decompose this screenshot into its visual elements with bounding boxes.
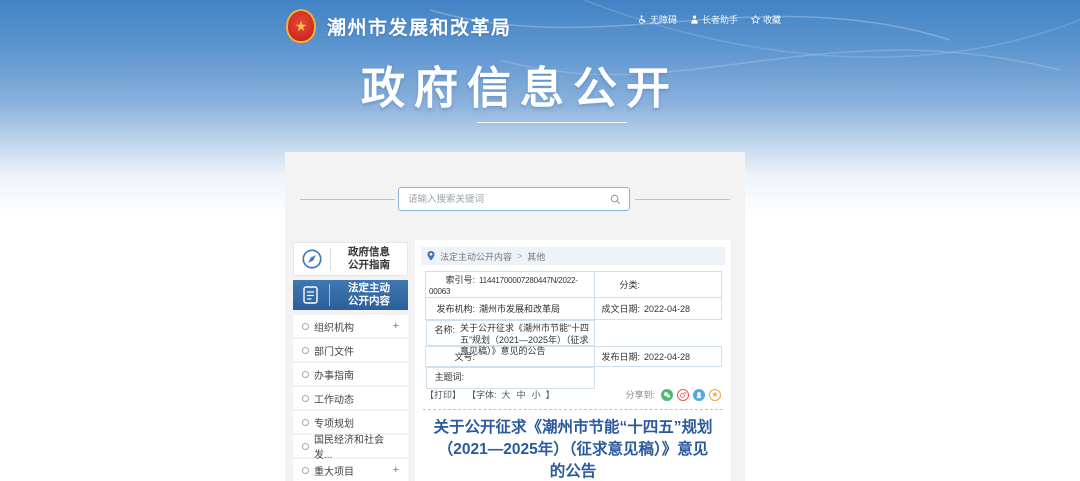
document-name-cell: 名称:关于公开征求《潮州市节能“十四五”规划（2021—2025年）（征求意见稿… xyxy=(426,320,595,346)
utility-links: 无障碍 长者助手 收藏 xyxy=(638,13,781,26)
bullet-icon xyxy=(302,443,309,450)
sidebar-item-disclosure-guide[interactable]: 政府信息 公开指南 xyxy=(293,242,408,276)
font-size-medium-button[interactable]: 中 xyxy=(517,388,526,401)
site-title: 潮州市发展和改革局 xyxy=(327,13,512,40)
share-label: 分享到: xyxy=(625,388,655,401)
search-box xyxy=(398,187,630,211)
more-share-icon[interactable]: ★ xyxy=(709,389,721,401)
written-date-cell: 成文日期:2022-04-28 xyxy=(595,298,722,320)
table-row: 名称:关于公开征求《潮州市节能“十四五”规划（2021—2025年）（征求意见稿… xyxy=(426,320,722,347)
sidebar-item-work-news[interactable]: 工作动态 xyxy=(293,387,408,409)
dashed-divider xyxy=(423,409,723,410)
table-row: 主题词: xyxy=(426,367,722,390)
bullet-icon xyxy=(302,395,309,402)
search-input[interactable] xyxy=(399,194,610,205)
favorite-link[interactable]: 收藏 xyxy=(751,13,781,26)
guide-card-line2: 公开指南 xyxy=(348,259,390,271)
compass-icon xyxy=(294,248,330,270)
brand: ★ 潮州市发展和改革局 xyxy=(286,9,512,43)
breadcrumb-current: 其他 xyxy=(527,250,545,263)
page: ★ 潮州市发展和改革局 无障碍 长者助手 xyxy=(0,0,1080,481)
national-emblem-icon: ★ xyxy=(286,9,316,43)
share-bar: 分享到: xyxy=(625,388,721,401)
bullet-icon xyxy=(302,419,309,426)
article-toolbar: 【打印】 【字体: 大 中 小 】 分享到: xyxy=(425,388,721,401)
sidebar-item-statutory-disclosure[interactable]: 法定主动 公开内容 xyxy=(293,280,408,310)
breadcrumb: 法定主动公开内容 > 其他 xyxy=(421,247,725,265)
sidebar-item-major-projects[interactable]: 重大项目 + xyxy=(293,459,408,481)
elder-assistant-icon xyxy=(690,15,699,24)
sidebar-item-economic-social-development[interactable]: 国民经济和社会发... xyxy=(293,435,408,457)
breadcrumb-separator: > xyxy=(517,251,522,261)
document-icon xyxy=(293,285,329,305)
sidebar-item-department-documents[interactable]: 部门文件 xyxy=(293,339,408,361)
keywords-cell: 主题词: xyxy=(426,367,595,389)
sidebar: 政府信息 公开指南 法定主动 公开内容 xyxy=(293,242,408,481)
search-divider-left xyxy=(300,199,395,200)
active-card-line2: 公开内容 xyxy=(348,295,390,307)
table-row: 索引号:11441700007280447N/2022-00063 分类: xyxy=(426,272,722,298)
publish-date-cell: 发布日期:2022-04-28 xyxy=(595,347,722,367)
guide-card-line1: 政府信息 xyxy=(348,246,390,258)
sidebar-item-special-plans[interactable]: 专项规划 xyxy=(293,411,408,433)
document-info-table: 索引号:11441700007280447N/2022-00063 分类: 发布… xyxy=(425,271,722,389)
expand-icon[interactable]: + xyxy=(393,320,399,332)
bullet-icon xyxy=(302,347,309,354)
font-size-large-button[interactable]: 大 xyxy=(502,388,511,401)
sidebar-menu: 组织机构 + 部门文件 办事指南 工作动态 xyxy=(293,315,408,481)
category-cell: 分类: xyxy=(595,272,722,298)
banner-underline xyxy=(477,122,627,123)
table-row: 发布机构:潮州市发展和改革局 成文日期:2022-04-28 xyxy=(426,298,722,320)
content-card: 政府信息 公开指南 法定主动 公开内容 xyxy=(285,152,745,481)
search-divider-right xyxy=(635,199,730,200)
print-button[interactable]: 【打印】 xyxy=(425,388,461,401)
index-number-cell: 索引号:11441700007280447N/2022-00063 xyxy=(426,272,595,298)
bullet-icon xyxy=(302,323,309,330)
bullet-icon xyxy=(302,467,309,474)
active-card-line1: 法定主动 xyxy=(348,282,390,294)
issuing-agency-cell: 发布机构:潮州市发展和改革局 xyxy=(426,298,595,320)
article-title: 关于公开征求《潮州市节能“十四五”规划（2021—2025年）（征求意见稿）》意… xyxy=(432,417,714,481)
banner-title: 政府信息公开 xyxy=(0,52,1040,116)
search-icon[interactable] xyxy=(610,194,621,205)
accessibility-link[interactable]: 无障碍 xyxy=(638,13,677,26)
sidebar-item-service-guide[interactable]: 办事指南 xyxy=(293,363,408,385)
location-pin-icon xyxy=(427,251,435,261)
expand-icon[interactable]: + xyxy=(393,464,399,476)
weibo-share-icon[interactable] xyxy=(677,389,689,401)
qq-share-icon[interactable] xyxy=(693,389,705,401)
accessibility-icon xyxy=(638,15,647,24)
elder-assistant-link[interactable]: 长者助手 xyxy=(690,13,738,26)
bullet-icon xyxy=(302,371,309,378)
main-panel: 法定主动公开内容 > 其他 索引号:11441700007280447N/202… xyxy=(415,240,731,481)
breadcrumb-parent[interactable]: 法定主动公开内容 xyxy=(440,250,512,263)
star-icon xyxy=(751,15,760,24)
wechat-share-icon[interactable] xyxy=(661,389,673,401)
font-size-label-close: 】 xyxy=(546,388,555,401)
font-size-label: 【字体: xyxy=(467,388,497,401)
sidebar-item-organization[interactable]: 组织机构 + xyxy=(293,315,408,337)
font-size-small-button[interactable]: 小 xyxy=(532,388,541,401)
